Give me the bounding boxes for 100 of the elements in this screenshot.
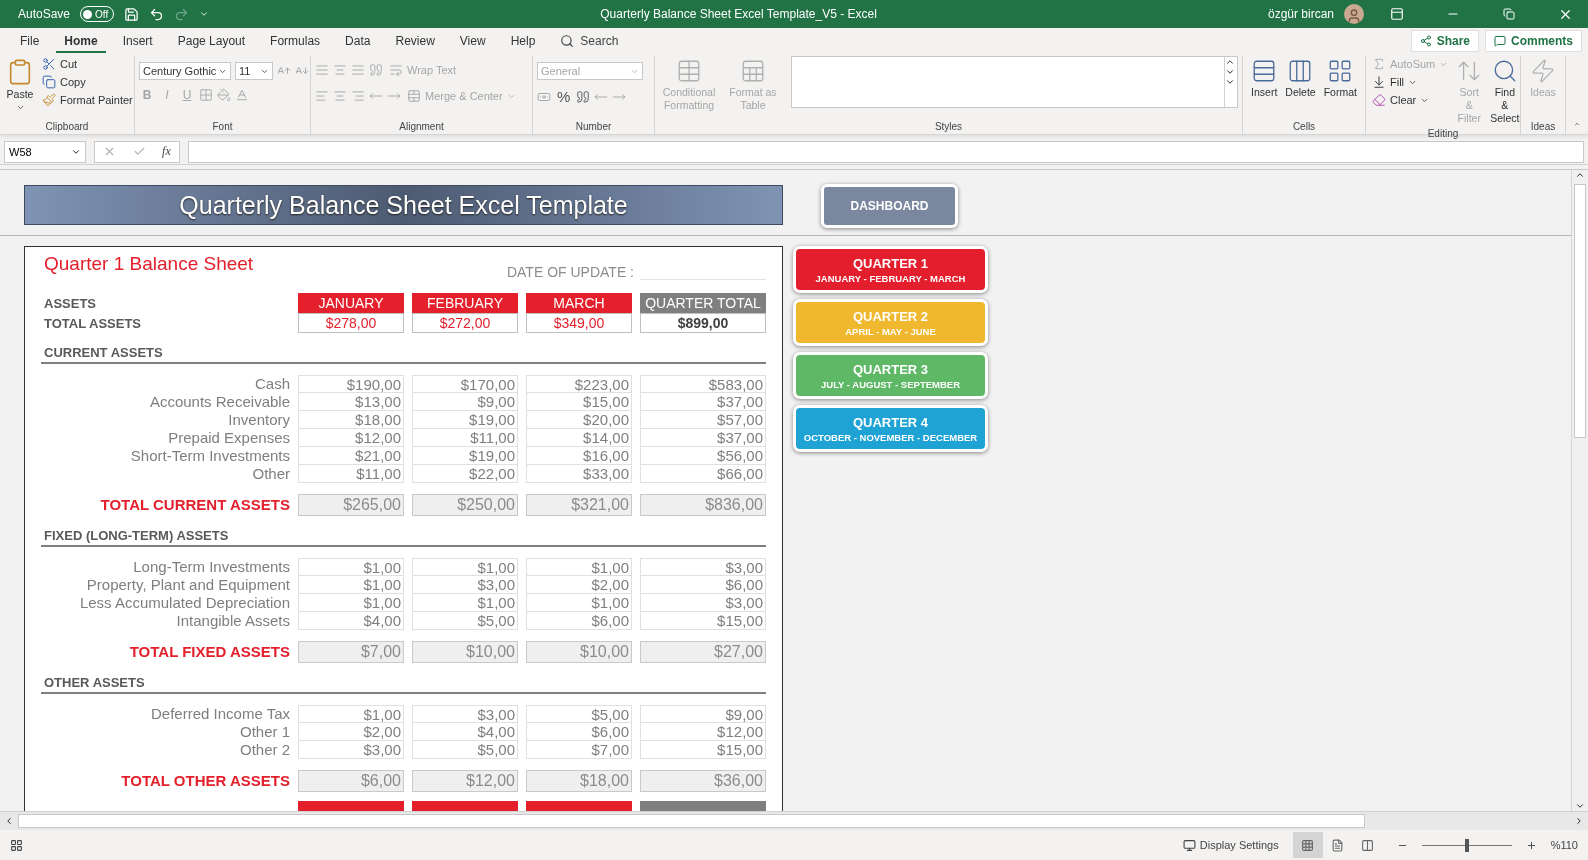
table-cell: $1,00 [298, 558, 404, 576]
name-box[interactable]: W58 [4, 140, 86, 163]
font-name-field[interactable]: Century Gothic [139, 62, 231, 80]
table-cell: $7,00 [526, 741, 632, 759]
table-cell: $33,00 [526, 465, 632, 483]
ribbon-button[interactable]: Format Painter [40, 92, 135, 108]
dashboard-button[interactable]: DASHBOARD [821, 184, 958, 228]
menu-tab[interactable]: Page Layout [169, 29, 254, 53]
table-cell: $5,00 [412, 741, 518, 759]
table-cell: $223,00 [526, 375, 632, 393]
table-cell: $3,00 [412, 705, 518, 723]
menu-tab[interactable]: Formulas [262, 29, 329, 53]
table-cell: $12,00 [298, 429, 404, 447]
table-cell: $4,00 [412, 723, 518, 741]
row-label: Deferred Income Tax [150, 705, 290, 723]
section-title: FIXED (LONG-TERM) ASSETS [43, 528, 229, 545]
group-label: Font [212, 120, 233, 134]
total-cell: $27,00 [640, 641, 766, 663]
total-label: TOTAL OTHER ASSETS [120, 771, 290, 791]
table-cell: $1,00 [412, 594, 518, 612]
column-header: JANUARY [298, 293, 404, 313]
table-cell: $349,00 [526, 313, 632, 333]
table-cell: $583,00 [640, 375, 766, 393]
menu-tab[interactable]: Insert [114, 29, 161, 53]
table-cell: $2,00 [298, 723, 404, 741]
ribbon-button[interactable]: Format [1321, 56, 1359, 101]
total-label: TOTAL FIXED ASSETS [128, 642, 290, 662]
sheet-banner: Quarterly Balance Sheet Excel Template [24, 185, 783, 225]
row-label: Prepaid Expenses [167, 429, 290, 447]
search-button[interactable]: Search [560, 34, 619, 48]
table-cell: $37,00 [640, 429, 766, 447]
total-cell: $836,00 [640, 494, 766, 516]
table-cell: $6,00 [640, 576, 766, 594]
ribbon-button[interactable]: Clear [1370, 92, 1451, 108]
menu-tab[interactable]: Home [56, 29, 106, 53]
table-cell: $899,00 [640, 313, 766, 333]
table-cell: $5,00 [526, 705, 632, 723]
row-label: Cash [253, 375, 290, 393]
table-cell: $57,00 [640, 411, 766, 429]
table-cell: $56,00 [640, 447, 766, 465]
row-label: Less Accumulated Depreciation [78, 594, 290, 612]
table-cell: $13,00 [298, 393, 404, 411]
table-cell: $6,00 [526, 723, 632, 741]
table-cell: $4,00 [298, 612, 404, 630]
row-label: Inventory [227, 411, 290, 429]
table-cell: $12,00 [640, 723, 766, 741]
menu-tab[interactable]: Review [387, 29, 443, 53]
table-cell: $15,00 [526, 393, 632, 411]
zoom-level: %110 [1550, 839, 1578, 851]
ribbon-button[interactable]: Cut [40, 56, 135, 72]
date-label: DATE OF UPDATE : [506, 264, 634, 280]
group-label: Ideas [1530, 120, 1556, 134]
share-button[interactable]: Share [1410, 30, 1479, 52]
column-header: MARCH [526, 293, 632, 313]
table-cell: $16,00 [526, 447, 632, 465]
table-cell: $1,00 [298, 705, 404, 723]
window-title: Quarterly Balance Sheet Excel Template_V5 - Excel [600, 7, 877, 21]
ribbon-button[interactable]: Fill [1370, 74, 1451, 90]
total-label: TOTAL CURRENT ASSETS [99, 495, 290, 515]
total-cell: $10,00 [412, 641, 518, 663]
font-size-field[interactable]: 11 [235, 62, 273, 80]
ribbon-button[interactable]: Insert [1249, 56, 1280, 101]
table-cell: $272,00 [412, 313, 518, 333]
ribbon-button[interactable]: Delete [1283, 56, 1318, 101]
table-cell: $3,00 [298, 741, 404, 759]
quarter-button[interactable]: QUARTER 1 JANUARY - FEBRUARY - MARCH [793, 246, 988, 293]
table-cell: $3,00 [640, 558, 766, 576]
section-title: CURRENT ASSETS [43, 345, 163, 362]
table-cell: $19,00 [412, 447, 518, 465]
table-cell: $170,00 [412, 375, 518, 393]
total-cell: $36,00 [640, 770, 766, 792]
paste-button[interactable]: Paste [4, 56, 36, 114]
total-cell: $18,00 [526, 770, 632, 792]
total-cell: $265,00 [298, 494, 404, 516]
comments-button[interactable]: Comments [1485, 30, 1582, 52]
autosave-label: AutoSave [18, 7, 71, 21]
menu-tab[interactable]: Data [337, 29, 379, 53]
group-label: Clipboard [45, 120, 89, 134]
table-cell: $37,00 [640, 393, 766, 411]
group-label: Alignment [399, 120, 444, 134]
total-cell: $12,00 [412, 770, 518, 792]
display-settings-button[interactable]: Display Settings [1182, 838, 1279, 852]
table-cell: $1,00 [526, 558, 632, 576]
row-label: Other 2 [238, 741, 290, 759]
table-cell: $3,00 [412, 576, 518, 594]
table-cell: $14,00 [526, 429, 632, 447]
table-cell: $1,00 [526, 594, 632, 612]
ribbon-button[interactable]: Copy [40, 74, 135, 90]
group-label: Editing [1427, 127, 1459, 141]
menu-tab[interactable]: File [12, 29, 48, 53]
row-label: Long-Term Investments [132, 558, 290, 576]
column-header: QUARTER TOTAL [640, 293, 766, 313]
menu-tab[interactable]: Help [502, 29, 544, 53]
table-cell: $18,00 [298, 411, 404, 429]
panel-title: Quarter 1 Balance Sheet [43, 253, 254, 275]
ribbon-button[interactable]: Find & Select [1488, 56, 1522, 127]
table-cell: $66,00 [640, 465, 766, 483]
menu-tab[interactable]: View [451, 29, 494, 53]
percent-button[interactable]: % [555, 88, 573, 105]
insert-function-button[interactable]: fx [162, 144, 171, 159]
